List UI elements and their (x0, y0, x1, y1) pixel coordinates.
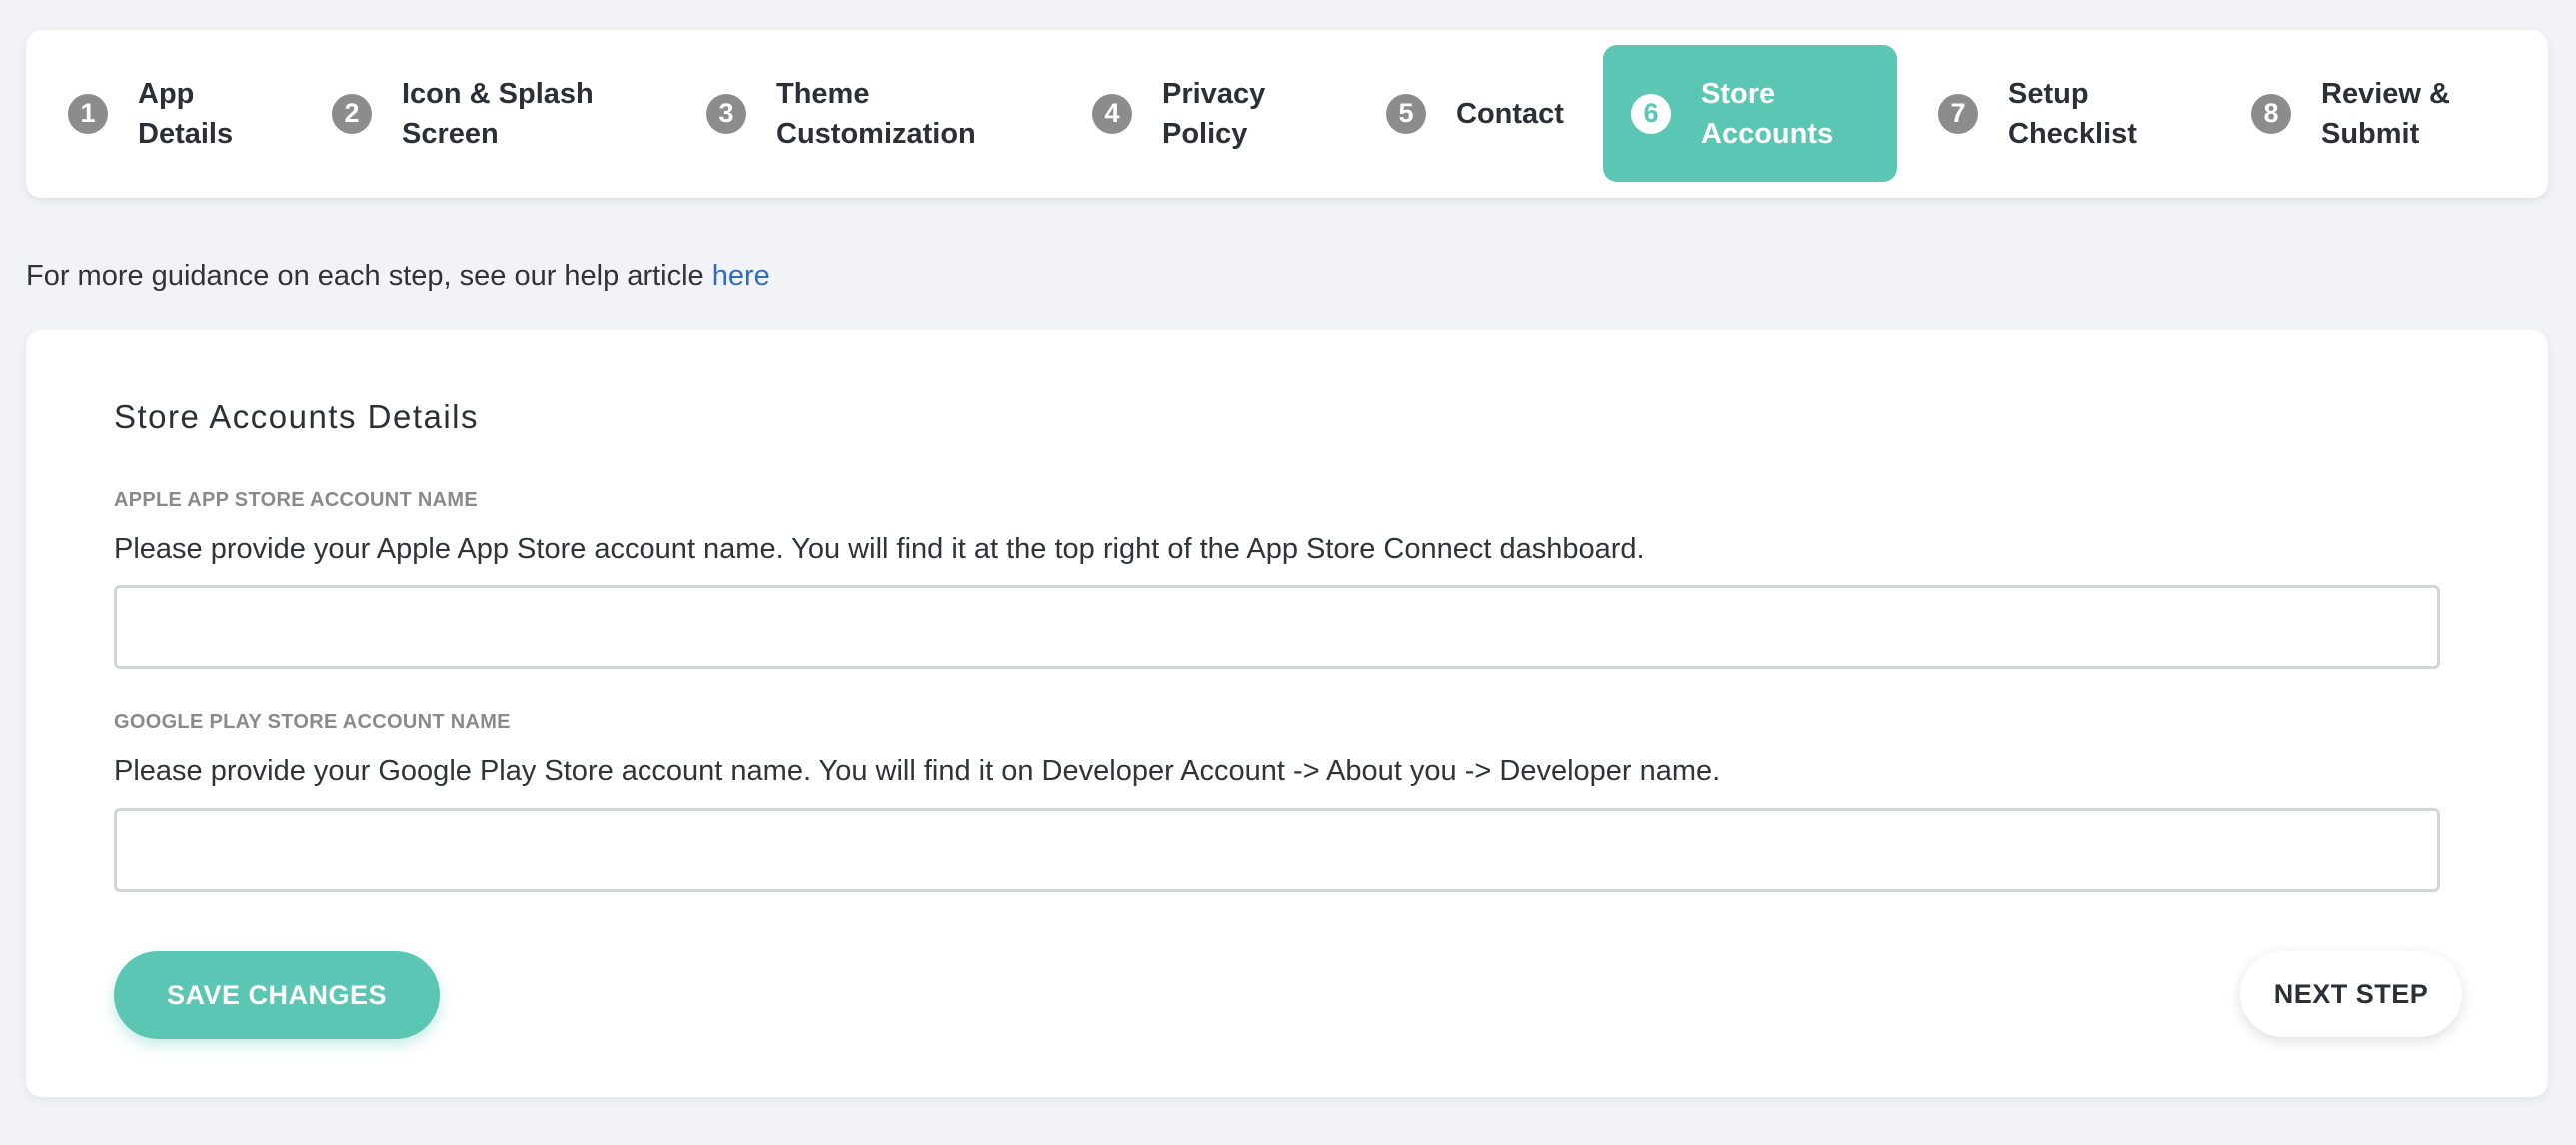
step-label: Contact (1456, 97, 1564, 130)
apple-account-input[interactable] (114, 585, 2440, 669)
step-contact[interactable]: 5 Contact (1386, 45, 1626, 182)
step-app-details[interactable]: 1 App Details (68, 45, 268, 182)
step-label: Review & Submit (2321, 77, 2450, 150)
step-label: Privacy Policy (1162, 77, 1266, 150)
guidance-text: For more guidance on each step, see our … (26, 260, 770, 292)
step-icon-splash-screen[interactable]: 2 Icon & Splash Screen (332, 45, 661, 182)
card-title: Store Accounts Details (114, 398, 479, 435)
step-setup-checklist[interactable]: 7 Setup Checklist (1938, 45, 2178, 182)
step-number-badge: 6 (1631, 93, 1671, 134)
step-label: Icon & Splash Screen (402, 77, 594, 150)
step-theme-customization[interactable]: 3 Theme Customization (706, 45, 1036, 182)
store-accounts-card: Store Accounts Details APPLE APP STORE A… (26, 330, 2548, 1097)
step-privacy-policy[interactable]: 4 Privacy Policy (1092, 45, 1322, 182)
step-store-accounts[interactable]: 6 Store Accounts (1603, 45, 1897, 182)
step-number-badge: 5 (1386, 93, 1426, 134)
apple-account-label: APPLE APP STORE ACCOUNT NAME (114, 489, 478, 511)
step-review-submit[interactable]: 8 Review & Submit (2251, 45, 2511, 182)
help-article-link[interactable]: here (712, 260, 770, 292)
apple-account-help: Please provide your Apple App Store acco… (114, 533, 1645, 565)
step-number-badge: 3 (706, 93, 746, 134)
step-number-badge: 7 (1938, 93, 1978, 134)
wizard-stepper: 1 App Details 2 Icon & Splash Screen 3 The… (26, 30, 2548, 198)
next-step-button[interactable]: NEXT STEP (2240, 951, 2462, 1037)
step-label: Theme Customization (776, 77, 976, 150)
step-label: App Details (138, 77, 234, 150)
step-label: Store Accounts (1701, 77, 1834, 150)
google-account-help: Please provide your Google Play Store ac… (114, 755, 1721, 787)
step-number-badge: 2 (332, 93, 372, 134)
step-number-badge: 1 (68, 93, 108, 134)
save-changes-button[interactable]: SAVE CHANGES (114, 951, 440, 1039)
step-label: Setup Checklist (2008, 77, 2137, 150)
google-account-input[interactable] (114, 808, 2440, 892)
step-number-badge: 4 (1092, 93, 1132, 134)
step-number-badge: 8 (2251, 93, 2291, 134)
google-account-label: GOOGLE PLAY STORE ACCOUNT NAME (114, 711, 511, 733)
